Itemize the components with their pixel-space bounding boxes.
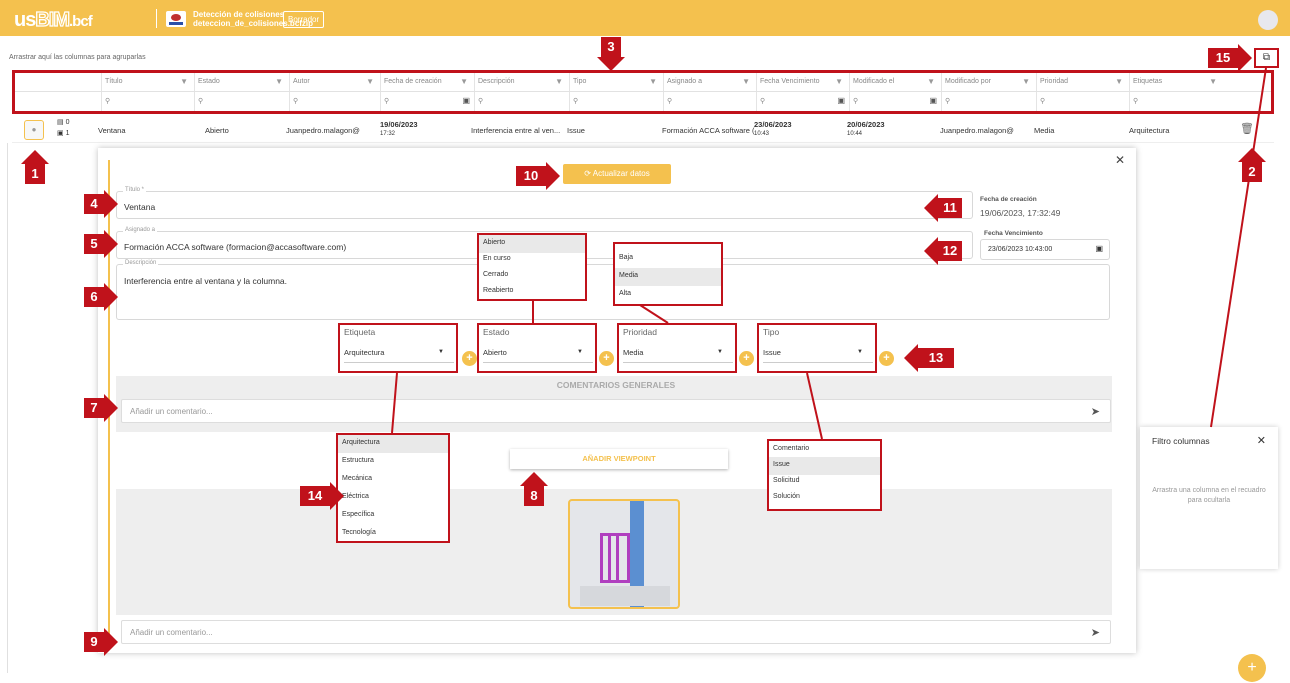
callout-number: 13 <box>918 348 954 368</box>
callout-connectors <box>391 67 1267 440</box>
callout-arrow <box>104 190 118 218</box>
callout-number: 1 <box>25 164 45 184</box>
callout-number: 7 <box>84 398 104 418</box>
callout-number: 6 <box>84 287 104 307</box>
callout-arrow <box>904 344 918 372</box>
callout-arrow <box>104 628 118 656</box>
callout-arrow <box>1238 44 1252 72</box>
callout-number: 14 <box>300 486 330 506</box>
callout-arrow <box>104 394 118 422</box>
callout-arrow <box>520 472 548 486</box>
callout-number: 10 <box>516 166 546 186</box>
callout-arrow <box>924 237 938 265</box>
callout-arrow <box>597 57 625 71</box>
callout-number: 4 <box>84 194 104 214</box>
callout-number: 8 <box>524 486 544 506</box>
callout-arrow <box>924 194 938 222</box>
callout-arrow <box>21 150 49 164</box>
callout-number: 9 <box>84 632 104 652</box>
callout-number: 15 <box>1208 48 1238 68</box>
callout-arrow <box>546 162 560 190</box>
callout-number: 12 <box>938 241 962 261</box>
callout-arrow <box>1238 148 1266 162</box>
callout-number: 11 <box>938 198 962 218</box>
callout-arrow <box>330 482 344 510</box>
callout-arrow <box>104 283 118 311</box>
callout-arrow <box>104 230 118 258</box>
callout-number: 5 <box>84 234 104 254</box>
callout-number: 2 <box>1242 162 1262 182</box>
callout-number: 3 <box>601 37 621 57</box>
